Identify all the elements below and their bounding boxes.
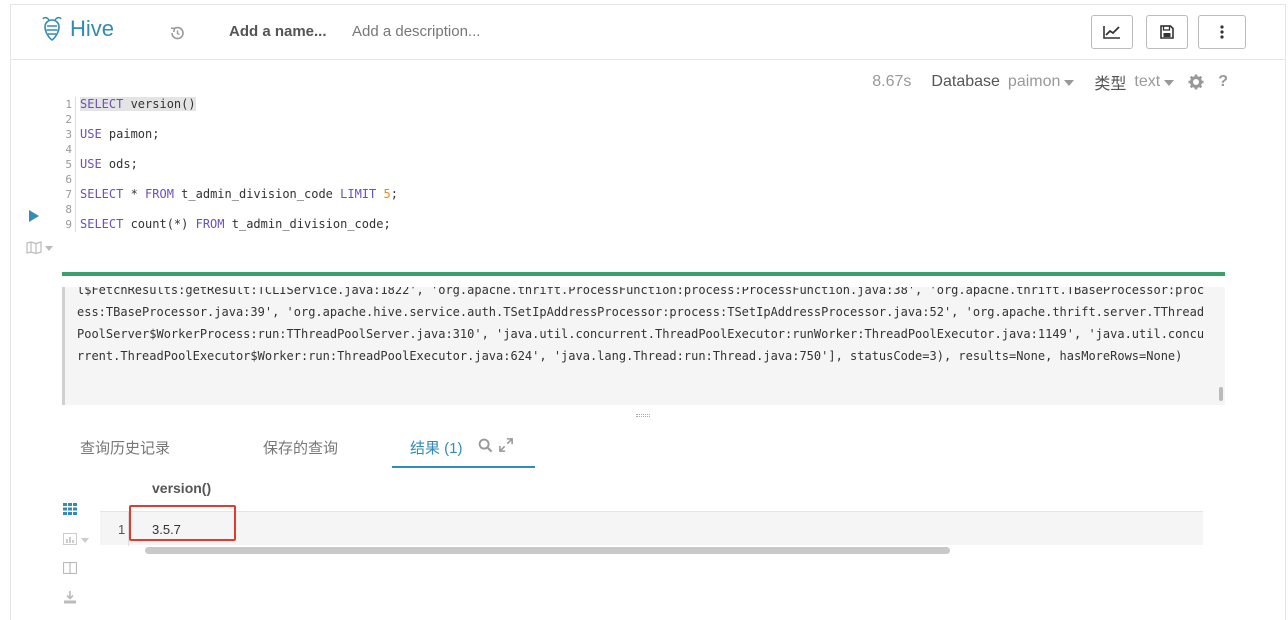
editor-toolbar: 8.67s Database paimon 类型 text ? <box>872 70 1228 94</box>
query-progress-bar <box>62 272 1225 276</box>
type-label: 类型 <box>1094 76 1127 93</box>
log-scrollbar[interactable] <box>1219 387 1223 401</box>
line-number: 2 <box>65 113 72 126</box>
query-header: Hive Add a name... Add a description... <box>10 4 1286 60</box>
highlight-annotation-box <box>129 505 236 541</box>
code-line: SELECT count(*) FROM t_admin_division_co… <box>80 217 391 231</box>
line-number: 4 <box>65 143 72 156</box>
sql-editor[interactable]: 1 2 3 4 5 6 7 8 9 SELECT version() USE p… <box>62 97 1222 257</box>
query-history-icon[interactable] <box>168 24 186 42</box>
app-name: Hive <box>70 16 115 41</box>
chart-view-dropdown[interactable] <box>63 532 95 546</box>
chevron-down-icon <box>81 537 89 543</box>
help-icon[interactable]: ? <box>1218 73 1228 91</box>
tab-query-history[interactable]: 查询历史记录 <box>80 437 170 458</box>
chevron-down-icon <box>45 245 53 251</box>
expand-icon[interactable] <box>499 438 515 454</box>
type-dropdown[interactable]: text <box>1134 73 1175 91</box>
save-button[interactable] <box>1146 15 1188 49</box>
type-value: text <box>1134 73 1161 90</box>
settings-gear-icon[interactable] <box>1188 74 1204 90</box>
line-number: 7 <box>65 188 72 201</box>
code-line: USE ods; <box>80 157 138 171</box>
active-tab-indicator <box>392 466 535 468</box>
execution-time: 8.67s <box>872 73 912 90</box>
query-name-input[interactable]: Add a name... <box>229 23 327 40</box>
line-chart-icon <box>1103 26 1120 39</box>
chart-button[interactable] <box>1091 15 1133 49</box>
code-content[interactable]: SELECT version() USE paimon; USE ods; SE… <box>80 97 398 232</box>
execution-log: l$FetchResults:getResult:TCLIService.jav… <box>62 287 1225 405</box>
chevron-down-icon <box>1064 80 1075 86</box>
code-line: SELECT version() <box>80 97 196 111</box>
line-number: 3 <box>65 128 72 141</box>
floppy-disk-icon <box>1160 25 1174 39</box>
tab-results[interactable]: 结果 (1) <box>410 437 463 458</box>
hive-logo: Hive <box>40 16 114 42</box>
code-line: USE paimon; <box>80 127 160 141</box>
log-text: l$FetchResults:getResult:TCLIService.jav… <box>77 287 1205 363</box>
chevron-down-icon <box>1164 80 1175 86</box>
tab-saved-queries[interactable]: 保存的查询 <box>263 437 338 458</box>
grid-view-icon[interactable] <box>63 502 79 516</box>
hive-bee-icon <box>42 16 62 41</box>
line-number: 5 <box>65 158 72 171</box>
line-number: 8 <box>65 203 72 216</box>
resize-handle[interactable] <box>636 414 650 417</box>
code-line: SELECT * FROM t_admin_division_code LIMI… <box>80 187 398 201</box>
result-horizontal-scrollbar[interactable] <box>145 547 950 554</box>
download-icon[interactable] <box>63 590 79 604</box>
database-dropdown[interactable]: paimon <box>1007 73 1075 91</box>
query-description-input[interactable]: Add a description... <box>352 23 480 40</box>
columns-view-icon[interactable] <box>62 561 79 575</box>
search-icon[interactable] <box>478 438 494 454</box>
line-number: 6 <box>65 173 72 186</box>
bar-chart-icon <box>63 533 77 545</box>
line-number: 1 <box>65 98 72 111</box>
column-header-version[interactable]: version() <box>152 480 211 496</box>
map-icon <box>26 240 42 254</box>
vertical-ellipsis-icon <box>1220 25 1224 39</box>
play-icon <box>29 210 39 222</box>
query-builder-button[interactable] <box>26 240 58 254</box>
database-label: Database <box>931 73 1000 90</box>
run-query-button[interactable] <box>28 209 42 225</box>
line-number-gutter: 1 2 3 4 5 6 7 8 9 <box>62 97 76 232</box>
result-tabs: 查询历史记录 保存的查询 结果 (1) <box>62 428 1222 468</box>
database-value: paimon <box>1007 73 1061 90</box>
line-number: 9 <box>65 218 72 231</box>
more-actions-button[interactable] <box>1198 15 1246 49</box>
row-number: 1 <box>118 522 126 537</box>
table-row: 1 3.5.7 <box>100 511 1203 546</box>
